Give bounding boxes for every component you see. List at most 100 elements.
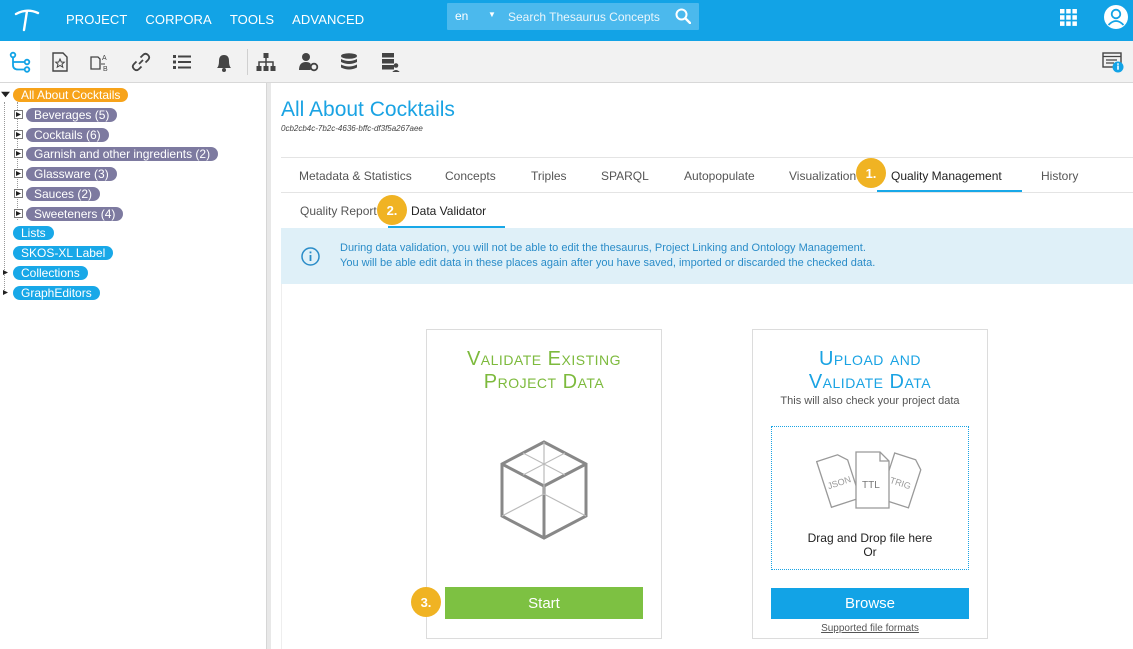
apps-grid-icon[interactable] <box>1060 9 1077 26</box>
database-icon <box>341 52 357 69</box>
supported-formats-link[interactable]: Supported file formats <box>753 623 987 634</box>
page-title: All About Cocktails <box>281 98 455 121</box>
tree-node-sweeteners[interactable]: Sweeteners (4) <box>14 206 124 221</box>
tree-node-garnish[interactable]: Garnish and other ingredients (2) <box>14 146 219 161</box>
tab-concepts[interactable]: Concepts <box>445 169 496 183</box>
tab-autopopulate[interactable]: Autopopulate <box>684 169 755 183</box>
subtab-data-validator[interactable]: Data Validator <box>411 204 486 218</box>
expand-toggle-icon[interactable] <box>14 149 23 158</box>
user-avatar-icon[interactable] <box>1103 4 1129 30</box>
tab-sparql[interactable]: SPARQL <box>601 169 649 183</box>
tree-node-glassware[interactable]: Glassware (3) <box>14 166 117 181</box>
tool-list[interactable] <box>162 41 202 82</box>
tree-label-lists[interactable]: Lists <box>13 225 54 240</box>
expand-toggle-icon[interactable] <box>14 189 23 198</box>
tree-node-lists[interactable]: Lists <box>13 225 54 240</box>
tool-database[interactable] <box>329 41 369 82</box>
language-caret-icon[interactable]: ▼ <box>488 10 496 19</box>
drop-instructions: Drag and Drop file here Or <box>772 531 968 559</box>
file-label-ttl: TTL <box>862 480 880 491</box>
browse-button[interactable]: Browse <box>771 588 969 619</box>
tree-node-skosxl[interactable]: SKOS-XL Label <box>13 245 114 260</box>
tool-link[interactable] <box>121 41 161 82</box>
svg-text:A: A <box>102 55 107 62</box>
info-icon <box>301 247 320 266</box>
tab-visualization[interactable]: Visualization <box>789 169 856 183</box>
tool-hierarchy[interactable] <box>0 41 40 82</box>
tree-label-sweeteners[interactable]: Sweeteners (4) <box>26 206 124 221</box>
tree-node-sauces[interactable]: Sauces (2) <box>14 186 101 201</box>
menu-corpora[interactable]: CORPORA <box>145 12 211 27</box>
caret-right-icon <box>3 290 8 295</box>
menu-advanced[interactable]: ADVANCED <box>292 12 364 27</box>
svg-text:B: B <box>103 66 108 73</box>
tree-node-root[interactable]: All About Cocktails <box>0 87 129 102</box>
upload-title-line2: Validate Data <box>808 371 932 393</box>
tool-info-panel[interactable] <box>1093 41 1133 82</box>
expand-toggle-icon[interactable] <box>1 288 10 297</box>
tree-node-cocktails[interactable]: Cocktails (6) <box>14 127 109 142</box>
tree-node-beverages[interactable]: Beverages (5) <box>14 107 118 122</box>
caret-right-icon <box>16 171 21 176</box>
thesaurus-tree: All About Cocktails Beverages (5) Cockta… <box>0 83 266 649</box>
caret-down-icon <box>0 91 10 98</box>
drop-text-line1: Drag and Drop file here <box>807 531 933 545</box>
expand-toggle-icon[interactable] <box>14 169 23 178</box>
upload-title-line1: Upload and <box>818 348 922 370</box>
tab-triples[interactable]: Triples <box>531 169 567 183</box>
tree-label-skosxl[interactable]: SKOS-XL Label <box>13 245 114 260</box>
step-badge-1: 1. <box>856 158 886 188</box>
cube-icon <box>500 440 588 540</box>
validate-title-line2: Project Data <box>483 371 605 393</box>
active-tab-indicator <box>877 190 1022 192</box>
tab-quality-management[interactable]: Quality Management <box>891 169 1002 183</box>
info-panel-icon <box>1102 51 1124 72</box>
tree-node-collections[interactable]: Collections <box>1 265 88 280</box>
expand-toggle-icon[interactable] <box>14 110 23 119</box>
tree-node-grapheditors[interactable]: GraphEditors <box>1 285 100 300</box>
tree-label-grapheditors[interactable]: GraphEditors <box>13 285 100 300</box>
hierarchy-icon <box>9 51 31 73</box>
tree-label-beverages[interactable]: Beverages (5) <box>26 107 118 122</box>
tool-translate-labels[interactable]: A B <box>80 41 120 82</box>
tool-sitemap[interactable] <box>246 41 286 82</box>
search-icon[interactable] <box>675 8 691 24</box>
search-box[interactable]: en ▼ Search Thesaurus Concepts <box>447 3 699 30</box>
language-select[interactable]: en <box>455 9 468 23</box>
tree-label-cocktails[interactable]: Cocktails (6) <box>26 127 109 142</box>
logo-icon[interactable] <box>14 8 40 32</box>
search-input[interactable]: Search Thesaurus Concepts <box>508 10 660 24</box>
tab-history[interactable]: History <box>1041 169 1078 183</box>
info-banner: During data validation, you will not be … <box>281 228 1133 284</box>
menu-project[interactable]: PROJECT <box>66 12 127 27</box>
tree-label-collections[interactable]: Collections <box>13 265 88 280</box>
tree-label-garnish[interactable]: Garnish and other ingredients (2) <box>26 146 219 161</box>
collapse-toggle-icon[interactable] <box>0 90 10 99</box>
tab-metadata-statistics[interactable]: Metadata & Statistics <box>299 169 412 183</box>
main-panel: All About Cocktails 0cb2cb4c-7b2c-4636-b… <box>271 83 1133 649</box>
upload-card-subtitle: This will also check your project data <box>780 395 960 407</box>
caret-right-icon <box>16 191 21 196</box>
user-settings-icon <box>299 52 319 71</box>
info-text-line2: You will be able edit data in these plac… <box>340 257 876 269</box>
tree-label-sauces[interactable]: Sauces (2) <box>26 186 101 201</box>
tool-server-user[interactable] <box>370 41 410 82</box>
tool-notifications[interactable] <box>204 41 244 82</box>
validate-title-line1: Validate Existing <box>466 348 622 370</box>
expand-toggle-icon[interactable] <box>14 209 23 218</box>
subtab-quality-report[interactable]: Quality Report <box>300 204 377 218</box>
link-icon <box>131 52 151 71</box>
tool-starred-document[interactable] <box>40 41 80 82</box>
menu-tools[interactable]: TOOLS <box>230 12 274 27</box>
tree-label-glassware[interactable]: Glassware (3) <box>26 166 117 181</box>
main-menu: PROJECT CORPORA TOOLS ADVANCED <box>66 12 382 27</box>
caret-right-icon <box>16 132 21 137</box>
expand-toggle-icon[interactable] <box>14 130 23 139</box>
tree-label-root[interactable]: All About Cocktails <box>13 87 129 102</box>
tool-user-settings[interactable] <box>288 41 328 82</box>
drop-text-line2: Or <box>863 545 877 559</box>
expand-toggle-icon[interactable] <box>1 268 10 277</box>
start-button[interactable]: Start <box>445 587 643 619</box>
file-drop-zone[interactable]: JSON TRIG TTL Drag and Drop file here Or <box>771 426 969 570</box>
translate-labels-icon: A B <box>90 55 108 73</box>
